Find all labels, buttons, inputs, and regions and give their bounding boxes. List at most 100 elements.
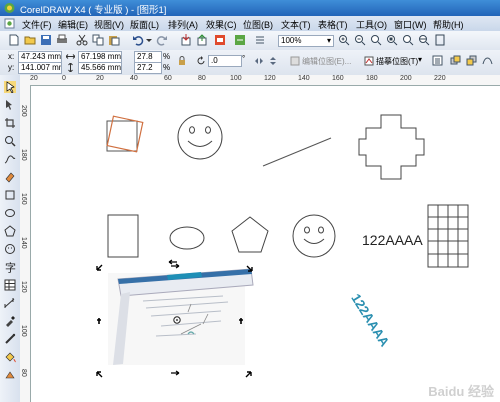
zoom-level-combo[interactable]: 100% ▾ xyxy=(278,35,334,47)
to-front-icon[interactable] xyxy=(450,55,461,66)
scale-x-percent: % xyxy=(163,52,171,61)
welcome-screen-icon[interactable] xyxy=(234,34,246,46)
menu-bitmaps[interactable]: 位图(B) xyxy=(243,18,273,31)
v-tick: 100 xyxy=(20,325,27,337)
eyedropper-tool-icon[interactable] xyxy=(4,315,16,327)
to-back-icon[interactable] xyxy=(466,55,477,66)
smiley-face-shape[interactable] xyxy=(177,114,223,160)
polygon-tool-icon[interactable] xyxy=(4,225,16,237)
zoom-level-value: 100% xyxy=(281,36,302,45)
h-tick: 120 xyxy=(264,75,276,82)
h-tick: 180 xyxy=(366,75,378,82)
menu-file[interactable]: 文件(F) xyxy=(22,18,52,31)
table-grid-shape[interactable] xyxy=(427,204,469,268)
smart-fill-tool-icon[interactable] xyxy=(4,171,16,183)
horizontal-text-object[interactable]: 122AAAA xyxy=(362,232,423,248)
y-label: y: xyxy=(8,63,15,72)
open-folder-icon[interactable] xyxy=(24,34,36,46)
svg-text:字: 字 xyxy=(5,261,16,273)
corel-online-icon[interactable] xyxy=(254,34,266,46)
undo-dropdown-icon[interactable] xyxy=(146,34,152,46)
window-title: CorelDRAW X4 ( 专业版 ) - [图形1] xyxy=(20,5,167,16)
paste-icon[interactable] xyxy=(108,34,120,46)
ellipse-tool-icon[interactable] xyxy=(4,207,16,219)
cut-icon[interactable] xyxy=(76,34,88,46)
zoom-page-height-icon[interactable] xyxy=(434,34,446,46)
zoom-page-icon[interactable] xyxy=(402,34,414,46)
zoom-page-width-icon[interactable] xyxy=(418,34,430,46)
zoom-in-icon[interactable] xyxy=(338,34,350,46)
menu-edit[interactable]: 编辑(E) xyxy=(58,18,88,31)
mirror-horizontal-icon[interactable] xyxy=(254,56,264,66)
width-icon xyxy=(66,54,75,59)
baidu-watermark: Baidu 经验 xyxy=(428,384,494,399)
zoom-out-icon[interactable] xyxy=(354,34,366,46)
toolbox: 字 xyxy=(0,75,21,402)
menu-layout[interactable]: 版面(L) xyxy=(130,18,159,31)
trace-bitmap-dropdown-icon[interactable]: ▾ xyxy=(418,55,422,64)
v-tick: 80 xyxy=(20,369,27,377)
fill-tool-icon[interactable] xyxy=(4,351,16,363)
ellipse-shape[interactable] xyxy=(169,226,205,250)
pick-tool-icon[interactable] xyxy=(4,81,16,93)
export-icon[interactable] xyxy=(196,34,208,46)
menu-table[interactable]: 表格(T) xyxy=(318,18,348,31)
menu-text[interactable]: 文本(T) xyxy=(281,18,311,31)
table-tool-icon[interactable] xyxy=(4,279,16,291)
v-tick: 140 xyxy=(20,237,27,249)
straight-line-shape[interactable] xyxy=(262,137,332,167)
parallel-dimension-tool-icon[interactable] xyxy=(4,297,16,309)
title-bar: CorelDRAW X4 ( 专业版 ) - [图形1] xyxy=(0,0,500,16)
zoom-tool-icon[interactable] xyxy=(4,135,16,147)
v-tick: 120 xyxy=(20,281,27,293)
redo-icon[interactable] xyxy=(156,34,168,46)
plus-frame-shape[interactable] xyxy=(358,114,425,180)
shape-tool-icon[interactable] xyxy=(4,99,16,111)
horizontal-ruler[interactable]: 20 0 20 40 60 80 100 120 140 160 180 200… xyxy=(20,75,500,86)
h-tick: 40 xyxy=(130,75,138,82)
edit-bitmap-button[interactable]: 编辑位图(E)... xyxy=(302,56,351,67)
scale-y-field[interactable]: 27.2 xyxy=(134,62,162,74)
mirror-vertical-icon[interactable] xyxy=(268,56,278,66)
h-tick: 20 xyxy=(30,75,38,82)
zoom-all-objects-icon[interactable] xyxy=(386,34,398,46)
rotated-squares[interactable] xyxy=(106,115,144,153)
selected-bitmap[interactable] xyxy=(108,268,254,365)
menu-arrange[interactable]: 排列(A) xyxy=(168,18,198,31)
basic-shapes-tool-icon[interactable] xyxy=(4,243,16,255)
convert-to-curves-icon[interactable] xyxy=(482,55,493,66)
lock-ratio-icon[interactable] xyxy=(177,56,187,66)
import-icon[interactable] xyxy=(180,34,192,46)
application-launcher-icon[interactable] xyxy=(214,34,226,46)
menu-view[interactable]: 视图(V) xyxy=(94,18,124,31)
v-tick: 180 xyxy=(20,149,27,161)
h-tick: 160 xyxy=(332,75,344,82)
text-tool-icon[interactable]: 字 xyxy=(4,261,16,273)
print-icon[interactable] xyxy=(56,34,68,46)
copy-icon[interactable] xyxy=(92,34,104,46)
wrap-text-icon[interactable] xyxy=(432,55,443,66)
rotation-angle-field[interactable]: .0 xyxy=(208,55,242,67)
trace-bitmap-button[interactable]: 描摹位图(T) xyxy=(376,56,418,67)
interactive-fill-tool-icon[interactable] xyxy=(4,369,16,381)
freehand-tool-icon[interactable] xyxy=(4,153,16,165)
coreldraw-app-icon xyxy=(4,3,15,13)
undo-icon[interactable] xyxy=(132,34,144,46)
rectangle-tool-icon[interactable] xyxy=(4,189,16,201)
y-position-field[interactable]: 141.007 mm xyxy=(18,62,62,74)
outline-tool-icon[interactable] xyxy=(4,333,16,345)
pentagon-shape[interactable] xyxy=(231,216,269,253)
save-icon[interactable] xyxy=(40,34,52,46)
smiley-face-shape-2[interactable] xyxy=(292,214,336,258)
menu-effects[interactable]: 效果(C) xyxy=(206,18,237,31)
menu-tools[interactable]: 工具(O) xyxy=(356,18,387,31)
crop-tool-icon[interactable] xyxy=(4,117,16,129)
menu-window[interactable]: 窗口(W) xyxy=(394,18,427,31)
zoom-selected-icon[interactable] xyxy=(370,34,382,46)
drawing-canvas[interactable]: 122AAAA 122AAAA xyxy=(31,86,500,402)
menu-help[interactable]: 帮助(H) xyxy=(433,18,464,31)
height-field[interactable]: 45.566 mm xyxy=(78,62,122,74)
vertical-ruler[interactable]: 200 180 160 140 120 100 80 xyxy=(20,85,31,402)
new-document-icon[interactable] xyxy=(8,34,20,46)
rectangle-shape[interactable] xyxy=(107,214,139,258)
